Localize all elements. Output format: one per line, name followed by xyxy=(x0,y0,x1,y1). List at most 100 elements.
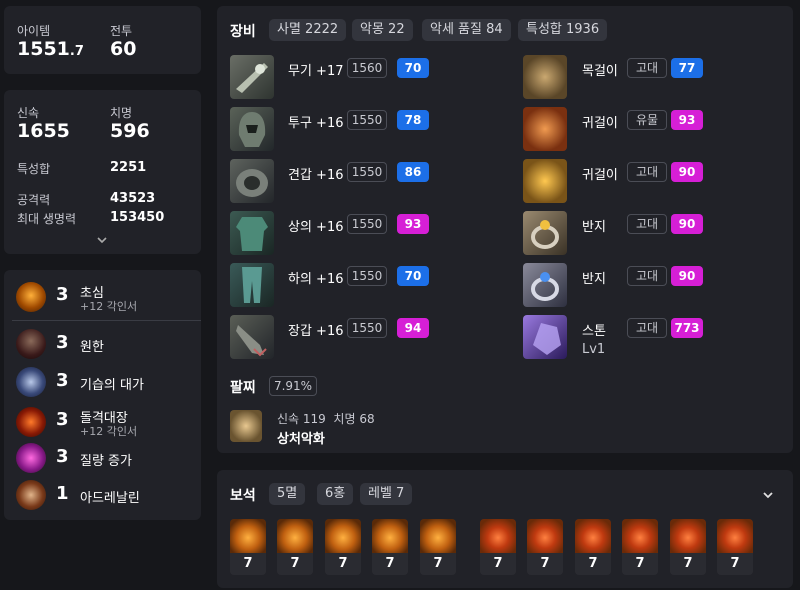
bracelet-icon[interactable] xyxy=(230,410,262,442)
gem-crimson[interactable]: 7 xyxy=(527,519,563,575)
engraving-raid-captain-icon xyxy=(16,407,46,437)
gear-row[interactable]: 무기 +17 1560 70 xyxy=(230,55,490,99)
crimson-gem-icon xyxy=(480,519,516,553)
accessory-row[interactable]: 귀걸이 고대 90 xyxy=(523,159,783,203)
annihilation-gem-icon xyxy=(325,519,361,553)
trait-sum-label: 특성합 xyxy=(17,162,51,176)
gems-panel: 보석 5멸 6홍 레벨 7 77777777777 xyxy=(217,470,793,588)
accessory-row[interactable]: 반지 고대 90 xyxy=(523,263,783,307)
grade-chip: 고대 xyxy=(627,318,667,338)
gem-annihilation[interactable]: 7 xyxy=(325,519,361,575)
engraving-name: 원한 xyxy=(80,340,104,355)
crimson-gem-icon xyxy=(670,519,706,553)
gem-level: 7 xyxy=(277,553,313,575)
crimson-gem-icon xyxy=(575,519,611,553)
gear-row[interactable]: 상의 +16 1550 93 xyxy=(230,211,490,255)
gear-row[interactable]: 하의 +16 1550 70 xyxy=(230,263,490,307)
ability-stone-icon xyxy=(523,315,567,359)
quality-badge: 90 xyxy=(671,162,703,182)
engraving-beginner-icon xyxy=(16,282,46,312)
item-level-chip: 1550 xyxy=(347,162,387,182)
gem-crimson[interactable]: 7 xyxy=(670,519,706,575)
accessory-row[interactable]: 스톤 고대 773 Lv1 xyxy=(523,315,783,359)
accessory-row[interactable]: 반지 고대 90 xyxy=(523,211,783,255)
equipment-title: 장비 xyxy=(230,24,256,40)
engraving-adrenaline-icon xyxy=(16,480,46,510)
engraving-level: 1 xyxy=(56,483,69,504)
crit-value: 596 xyxy=(110,120,150,142)
gem-level: 7 xyxy=(372,553,408,575)
engraving-level: 3 xyxy=(56,284,69,305)
quality-badge: 93 xyxy=(671,110,703,130)
engraving-item[interactable]: 3 초심 +12 각인서 xyxy=(4,280,201,320)
accessory-name: 귀걸이 xyxy=(582,168,618,183)
engraving-item[interactable]: 3 기습의 대가 xyxy=(4,365,201,399)
annihilation-gem-icon xyxy=(420,519,456,553)
gear-row[interactable]: 견갑 +16 1550 86 xyxy=(230,159,490,203)
quality-badge: 70 xyxy=(397,266,429,286)
battle-level-label: 전투 xyxy=(110,24,133,38)
gem-annihilation[interactable]: 7 xyxy=(277,519,313,575)
gem-annihilation[interactable]: 7 xyxy=(372,519,408,575)
gem-crimson[interactable]: 7 xyxy=(575,519,611,575)
earring-icon xyxy=(523,107,567,151)
max-hp-value: 153450 xyxy=(110,210,165,225)
engraving-name: 질량 증가 xyxy=(80,454,132,469)
gem-crimson[interactable]: 7 xyxy=(480,519,516,575)
gear-name: 상의 +16 xyxy=(288,220,344,235)
quality-badge: 94 xyxy=(397,318,429,338)
item-level-chip: 1550 xyxy=(347,214,387,234)
gem-crimson[interactable]: 7 xyxy=(622,519,658,575)
gloves-icon xyxy=(230,315,274,359)
crimson-gem-icon xyxy=(622,519,658,553)
expand-chevron-icon[interactable] xyxy=(96,231,108,244)
gear-name: 견갑 +16 xyxy=(288,168,344,183)
gem-tag: 6홍 xyxy=(317,483,354,505)
gear-row[interactable]: 투구 +16 1550 78 xyxy=(230,107,490,151)
gem-level: 7 xyxy=(480,553,516,575)
quality-badge: 90 xyxy=(671,266,703,286)
item-level-label: 아이템 xyxy=(17,24,51,38)
stats-panel: 신속 1655 치명 596 특성합 2251 공격력 43523 최대 생명력… xyxy=(4,90,201,254)
item-level-value: 1551.7 xyxy=(17,38,84,60)
swiftness-value: 1655 xyxy=(17,120,70,142)
engraving-level: 3 xyxy=(56,332,69,353)
engraving-item[interactable]: 1 아드레날린 xyxy=(4,478,201,512)
item-level-chip: 1560 xyxy=(347,58,387,78)
quality-badge: 86 xyxy=(397,162,429,182)
max-hp-label: 최대 생명력 xyxy=(17,212,77,226)
gems-title: 보석 xyxy=(230,488,256,504)
engraving-item[interactable]: 3 질량 증가 xyxy=(4,441,201,475)
gem-level: 7 xyxy=(622,553,658,575)
gem-crimson[interactable]: 7 xyxy=(717,519,753,575)
gem-annihilation[interactable]: 7 xyxy=(420,519,456,575)
gem-level: 7 xyxy=(325,553,361,575)
accessory-row[interactable]: 귀걸이 유물 93 xyxy=(523,107,783,151)
accessory-row[interactable]: 목걸이 고대 77 xyxy=(523,55,783,99)
gem-level: 7 xyxy=(670,553,706,575)
item-level-chip: 1550 xyxy=(347,318,387,338)
gem-level: 7 xyxy=(575,553,611,575)
engraving-item[interactable]: 3 원한 xyxy=(4,327,201,361)
engraving-level: 3 xyxy=(56,409,69,430)
engraving-ambush-icon xyxy=(16,367,46,397)
item-level-chip: 1550 xyxy=(347,266,387,286)
grade-chip: 고대 xyxy=(627,266,667,286)
collapse-chevron-icon[interactable] xyxy=(761,487,775,501)
bracelet-stats: 신속 119 치명 68 xyxy=(277,412,375,426)
item-level-chip: 1550 xyxy=(347,110,387,130)
engraving-item[interactable]: 3 돌격대장 +12 각인서 xyxy=(4,403,201,441)
accessory-name: 반지 xyxy=(582,220,606,235)
annihilation-gem-icon xyxy=(230,519,266,553)
gem-tag: 5멸 xyxy=(269,483,306,505)
equipment-tag: 사멸 2222 xyxy=(269,19,347,41)
weapon-icon xyxy=(230,55,274,99)
bracelet-percent: 7.91% xyxy=(269,376,317,396)
gear-name: 하의 +16 xyxy=(288,272,344,287)
gem-annihilation[interactable]: 7 xyxy=(230,519,266,575)
quality-badge: 93 xyxy=(397,214,429,234)
trait-sum-value: 2251 xyxy=(110,160,147,175)
pants-icon xyxy=(230,263,274,307)
gear-row[interactable]: 장갑 +16 1550 94 xyxy=(230,315,490,359)
ring-icon xyxy=(523,211,567,255)
